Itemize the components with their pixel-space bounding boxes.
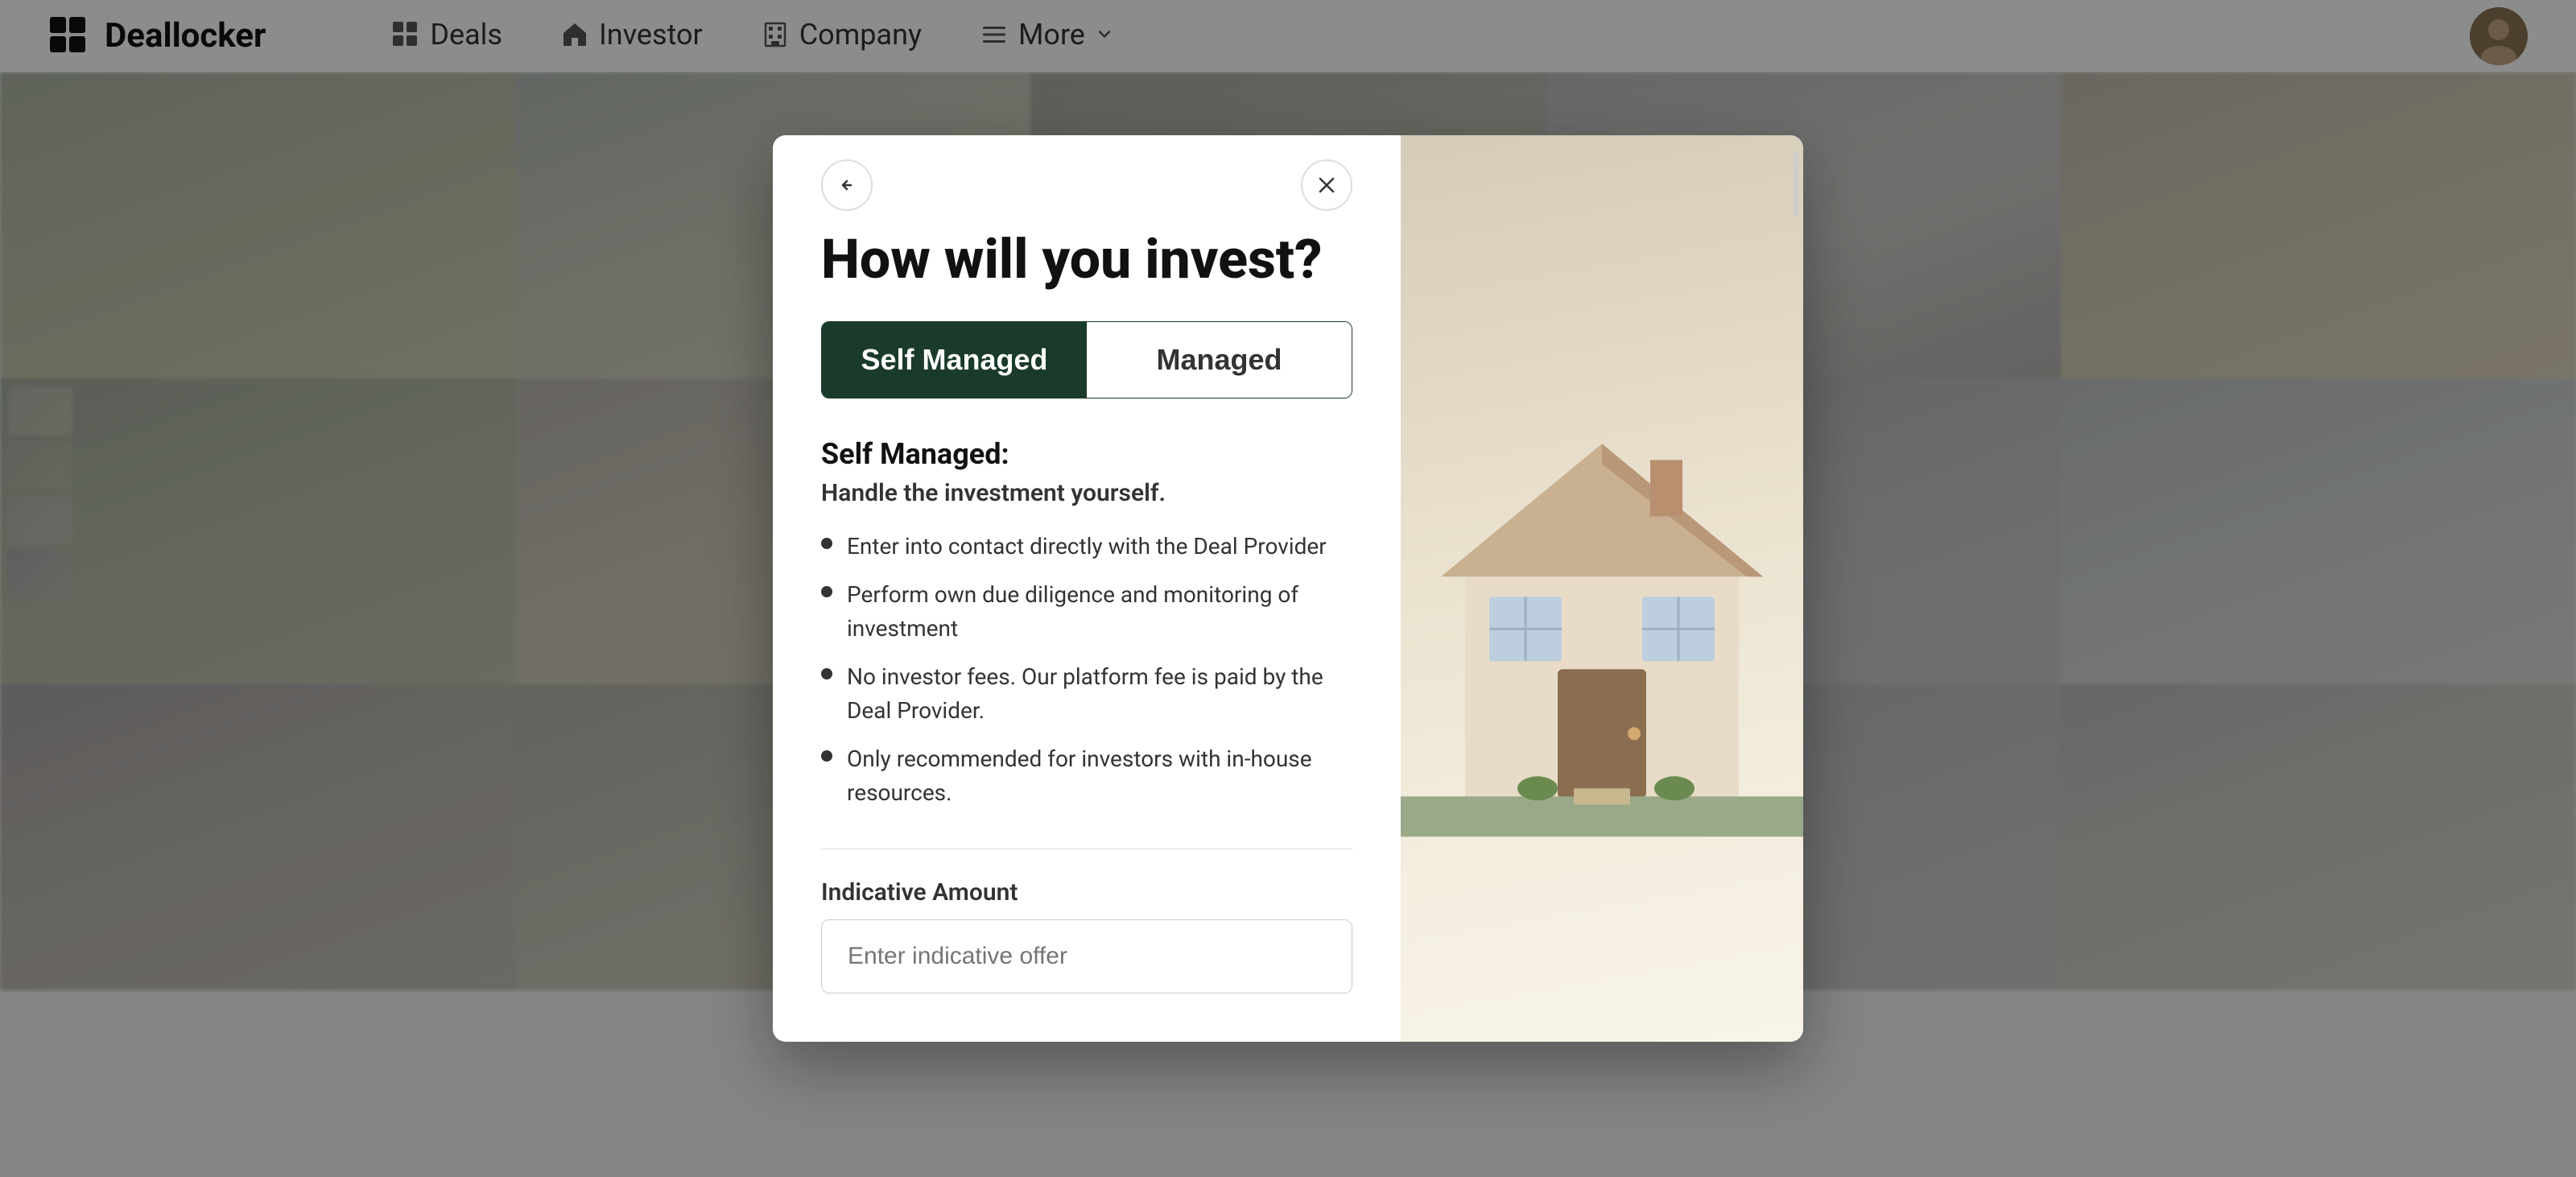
modal-nav — [821, 159, 1352, 211]
modal-body: How will you invest? Self Managed Manage… — [773, 135, 1803, 1043]
modal-back-button[interactable] — [821, 159, 873, 211]
bullet-item-2: Perform own due diligence and monitoring… — [821, 578, 1352, 646]
modal-close-button[interactable] — [1301, 159, 1352, 211]
self-managed-section: Self Managed: Handle the investment your… — [821, 437, 1352, 810]
modal-overlay: How will you invest? Self Managed Manage… — [0, 0, 2576, 1177]
bullet-dot-1 — [821, 538, 832, 549]
close-icon — [1315, 174, 1338, 196]
modal: How will you invest? Self Managed Manage… — [773, 135, 1803, 1043]
modal-left-panel: How will you invest? Self Managed Manage… — [773, 135, 1401, 1043]
back-arrow-icon — [835, 173, 859, 197]
indicative-section: Indicative Amount — [821, 878, 1352, 993]
bullet-dot-2 — [821, 586, 832, 597]
house-illustration — [1401, 135, 1803, 1043]
modal-right-panel — [1401, 135, 1803, 1043]
scroll-indicator — [1794, 151, 1798, 216]
self-managed-subtitle: Handle the investment yourself. — [821, 479, 1352, 507]
managed-toggle[interactable]: Managed — [1087, 322, 1352, 398]
bullet-item-3: No investor fees. Our platform fee is pa… — [821, 660, 1352, 728]
bullet-dot-3 — [821, 668, 832, 679]
house-background — [1401, 135, 1803, 1043]
bullet-item-4: Only recommended for investors with in-h… — [821, 742, 1352, 810]
self-managed-bullets: Enter into contact directly with the Dea… — [821, 530, 1352, 810]
indicative-input[interactable] — [821, 919, 1352, 993]
bullet-item-1: Enter into contact directly with the Dea… — [821, 530, 1352, 564]
bullet-dot-4 — [821, 750, 832, 762]
self-managed-title: Self Managed: — [821, 437, 1352, 471]
modal-title: How will you invest? — [821, 227, 1352, 293]
indicative-label: Indicative Amount — [821, 878, 1352, 906]
self-managed-toggle[interactable]: Self Managed — [822, 322, 1087, 398]
invest-toggle-group: Self Managed Managed — [821, 321, 1352, 399]
